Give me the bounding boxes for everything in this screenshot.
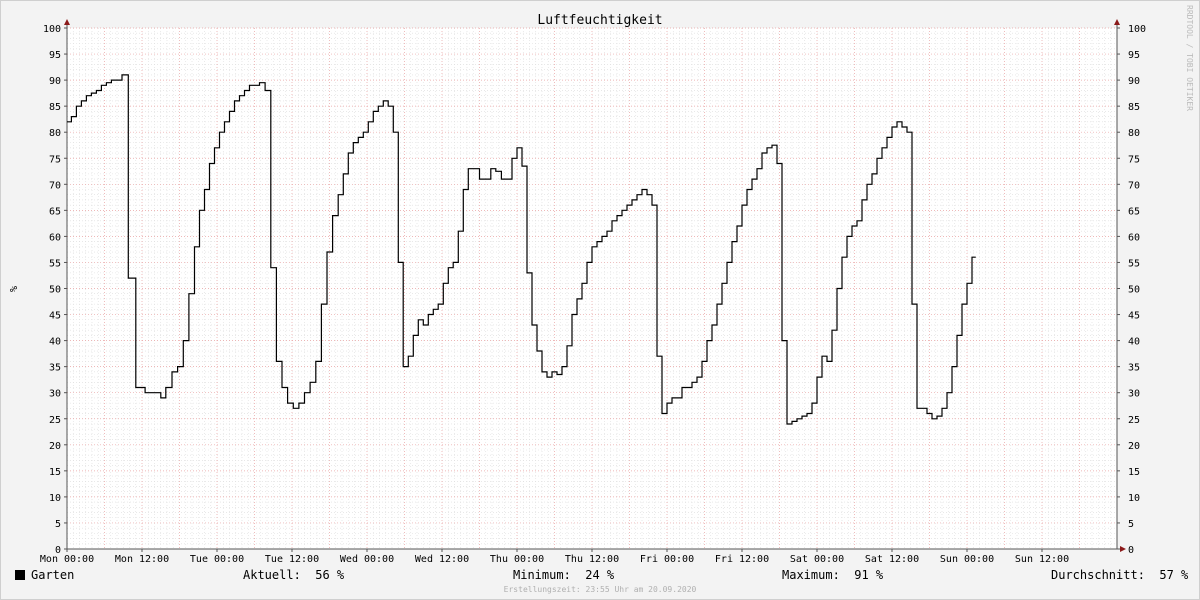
y-tick-label-right: 85 xyxy=(1128,102,1140,113)
y-tick-label-left: 75 xyxy=(49,154,61,165)
y-tick-label-left: 45 xyxy=(49,311,61,322)
humidity-chart: Luftfeuchtigkeit RRDTOOL / TOBI OETIKER … xyxy=(7,5,1194,594)
maximum-value: 91 % xyxy=(854,568,884,582)
rrdtool-watermark: RRDTOOL / TOBI OETIKER xyxy=(1185,5,1194,111)
y-tick-label-left: 65 xyxy=(49,206,61,217)
x-tick-label: Tue 00:00 xyxy=(190,554,244,565)
legend-maximum: Maximum: 91 % xyxy=(782,568,883,582)
y-tick-label-right: 80 xyxy=(1128,128,1140,139)
y-tick-label-right: 65 xyxy=(1128,206,1140,217)
y-tick-label-right: 5 xyxy=(1128,519,1134,530)
y-tick-label-left: 5 xyxy=(55,519,61,530)
y-tick-label-right: 35 xyxy=(1128,363,1140,374)
y-tick-label-right: 15 xyxy=(1128,467,1140,478)
y-tick-label-left: 85 xyxy=(49,102,61,113)
minimum-value: 24 % xyxy=(585,568,615,582)
y-tick-label-right: 40 xyxy=(1128,337,1140,348)
y-tick-label-left: 90 xyxy=(49,76,61,87)
y-tick-label-left: 95 xyxy=(49,50,61,61)
y-tick-label-right: 50 xyxy=(1128,285,1140,296)
y-tick-label-right: 30 xyxy=(1128,389,1140,400)
y-tick-label-right: 95 xyxy=(1128,50,1140,61)
average-label: Durchschnitt: xyxy=(1051,568,1145,582)
y-tick-label-right: 0 xyxy=(1128,545,1134,556)
maximum-label: Maximum: xyxy=(782,568,840,582)
x-axis-ticks: Mon 00:00 Mon 12:00 Tue 00:00 Tue 12:00 Wed … xyxy=(40,549,1069,565)
x-tick-label: Mon 12:00 xyxy=(115,554,169,565)
legend-minimum: Minimum: 24 % xyxy=(513,568,614,582)
y-tick-label-left: 70 xyxy=(49,180,61,191)
x-tick-label: Sat 00:00 xyxy=(790,554,844,565)
y-tick-label-right: 10 xyxy=(1128,493,1140,504)
y-tick-label-right: 55 xyxy=(1128,258,1140,269)
legend-series: Garten xyxy=(15,568,74,582)
y-tick-label-left: 60 xyxy=(49,232,61,243)
x-tick-label: Sun 12:00 xyxy=(1015,554,1069,565)
y-tick-label-left: 55 xyxy=(49,258,61,269)
y-tick-label-right: 75 xyxy=(1128,154,1140,165)
y-tick-label-right: 45 xyxy=(1128,311,1140,322)
y-axis-label-left: % xyxy=(7,286,18,292)
y-tick-label-right: 100 xyxy=(1128,24,1146,35)
x-tick-label: Thu 12:00 xyxy=(565,554,619,565)
x-tick-label: Wed 12:00 xyxy=(415,554,469,565)
y-tick-label-left: 35 xyxy=(49,363,61,374)
minimum-label: Minimum: xyxy=(513,568,571,582)
y-tick-label-left: 25 xyxy=(49,415,61,426)
x-tick-label: Tue 12:00 xyxy=(265,554,319,565)
y-axis-arrow-right xyxy=(1114,19,1120,25)
y-tick-label-right: 90 xyxy=(1128,76,1140,87)
y-tick-label-left: 80 xyxy=(49,128,61,139)
current-label: Aktuell: xyxy=(243,568,301,582)
y-tick-label-left: 30 xyxy=(49,389,61,400)
legend-series-name: Garten xyxy=(31,568,75,582)
y-tick-label-left: 15 xyxy=(49,467,61,478)
y-tick-label-right: 70 xyxy=(1128,180,1140,191)
x-tick-label: Mon 00:00 xyxy=(40,554,94,565)
y-tick-label-left: 50 xyxy=(49,285,61,296)
x-axis-arrow xyxy=(1120,546,1126,552)
legend-average: Durchschnitt: 57 % xyxy=(1051,568,1188,582)
y-tick-label-left: 10 xyxy=(49,493,61,504)
current-value: 56 % xyxy=(315,568,345,582)
chart-title: Luftfeuchtigkeit xyxy=(537,13,662,28)
y-tick-label-right: 25 xyxy=(1128,415,1140,426)
legend-current: Aktuell: 56 % xyxy=(243,568,344,582)
y-tick-label-left: 40 xyxy=(49,337,61,348)
y-tick-label-right: 60 xyxy=(1128,232,1140,243)
creation-time-footer: Erstellungszeit: 23:55 Uhr am 20.09.2020 xyxy=(504,585,697,594)
y-tick-label-left: 20 xyxy=(49,441,61,452)
x-tick-label: Sat 12:00 xyxy=(865,554,919,565)
y-tick-label-left: 100 xyxy=(43,24,61,35)
x-tick-label: Fri 00:00 xyxy=(640,554,694,565)
x-tick-label: Fri 12:00 xyxy=(715,554,769,565)
x-tick-label: Thu 00:00 xyxy=(490,554,544,565)
y-axis-arrow-left xyxy=(64,19,70,25)
series-swatch xyxy=(15,570,25,580)
x-tick-label: Wed 00:00 xyxy=(340,554,394,565)
y-tick-label-right: 20 xyxy=(1128,441,1140,452)
grid xyxy=(66,27,1118,550)
average-value: 57 % xyxy=(1159,568,1189,582)
x-tick-label: Sun 00:00 xyxy=(940,554,994,565)
